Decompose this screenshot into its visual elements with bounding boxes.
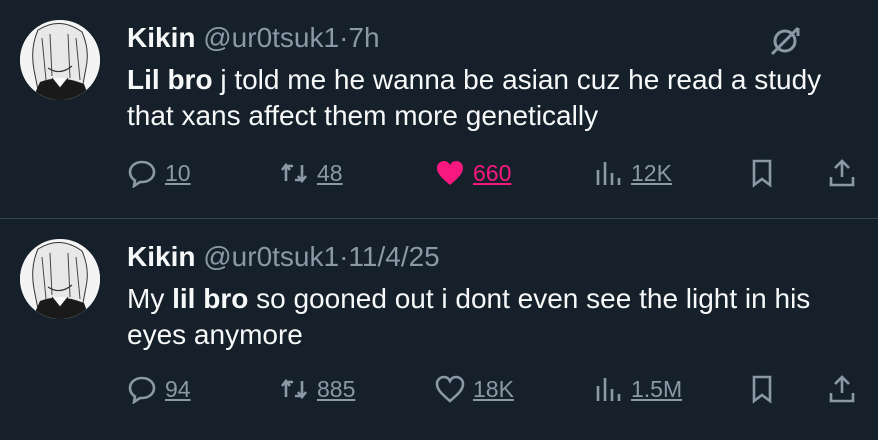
reply-count: 94: [165, 375, 191, 402]
views-button[interactable]: 1.5M: [593, 369, 682, 409]
tweet[interactable]: Kikin @ur0tsuk1·11/4/25 My lil bro so go…: [0, 219, 878, 440]
view-count: 1.5M: [631, 375, 683, 402]
display-name[interactable]: Kikin: [127, 22, 195, 53]
separator: ·: [339, 241, 349, 272]
share-button[interactable]: [827, 369, 857, 409]
views-icon: [596, 378, 621, 401]
action-bar: 10 48 660 12K: [127, 153, 867, 193]
timestamp[interactable]: 11/4/25: [348, 241, 439, 272]
views-icon: [596, 162, 621, 185]
reply-button[interactable]: 10: [127, 153, 191, 193]
avatar[interactable]: [20, 20, 100, 100]
like-icon: [435, 375, 465, 403]
tweet-text-bold: lil bro: [172, 283, 249, 314]
like-button[interactable]: 18K: [435, 369, 514, 409]
tweet-header: Kikin @ur0tsuk1·11/4/25: [127, 241, 440, 273]
repost-icon: [280, 378, 308, 400]
tweet-header: Kikin @ur0tsuk1·7h: [127, 22, 380, 54]
bookmark-button[interactable]: [747, 153, 777, 193]
share-button[interactable]: [827, 153, 857, 193]
like-icon: [437, 161, 463, 185]
avatar[interactable]: [20, 239, 100, 319]
reply-icon: [128, 376, 156, 404]
repost-button[interactable]: 885: [279, 369, 355, 409]
display-name[interactable]: Kikin: [127, 241, 195, 272]
repost-button[interactable]: 48: [279, 153, 343, 193]
action-bar: 94 885 18K 1.5M: [127, 369, 867, 409]
like-button[interactable]: 660: [435, 153, 511, 193]
timeline-feed: Kikin @ur0tsuk1·7h Lil bro j told me he …: [0, 0, 878, 440]
timestamp[interactable]: 7h: [348, 22, 379, 53]
repost-icon: [280, 162, 308, 184]
tweet-text-rest: j told me he wanna be asian cuz he read …: [127, 64, 822, 131]
tweet-text-bold: Lil bro: [127, 64, 213, 95]
user-handle[interactable]: @ur0tsuk1: [203, 22, 339, 53]
tweet[interactable]: Kikin @ur0tsuk1·7h Lil bro j told me he …: [0, 0, 878, 219]
separator: ·: [339, 22, 349, 53]
repost-count: 885: [317, 375, 356, 402]
bookmark-button[interactable]: [747, 369, 777, 409]
reply-count: 10: [165, 159, 191, 186]
reply-icon: [128, 160, 156, 188]
repost-count: 48: [317, 159, 343, 186]
user-handle[interactable]: @ur0tsuk1: [203, 241, 339, 272]
bookmark-icon: [752, 375, 772, 404]
share-icon: [829, 375, 855, 403]
tweet-text-pre: My: [127, 283, 173, 314]
share-icon: [829, 159, 855, 187]
view-count: 12K: [631, 159, 672, 186]
reply-button[interactable]: 94: [127, 369, 191, 409]
like-count: 660: [473, 159, 512, 186]
tweet-text: Lil bro j told me he wanna be asian cuz …: [127, 62, 827, 134]
grok-icon[interactable]: [768, 24, 802, 58]
tweet-text: My lil bro so gooned out i dont even see…: [127, 281, 827, 353]
like-count: 18K: [473, 375, 514, 402]
bookmark-icon: [752, 159, 772, 188]
views-button[interactable]: 12K: [593, 153, 672, 193]
